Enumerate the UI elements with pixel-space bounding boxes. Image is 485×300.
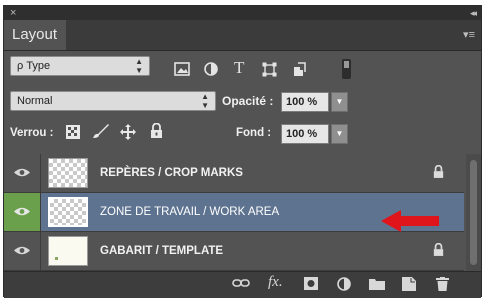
smart-object-filter-icon[interactable] bbox=[292, 62, 307, 81]
image-filter-icon[interactable] bbox=[174, 62, 190, 80]
fill-input[interactable]: 100 % bbox=[281, 124, 329, 144]
layer-name[interactable]: GABARIT / TEMPLATE bbox=[100, 232, 223, 270]
eye-icon bbox=[14, 168, 30, 177]
collapse-icon[interactable]: ◂◂ bbox=[470, 6, 477, 20]
tab-bar: Layout ▾≡ bbox=[4, 20, 481, 51]
lock-label: Verrou : bbox=[10, 127, 54, 139]
lock-icon bbox=[433, 164, 444, 182]
lock-image-pixels-icon[interactable] bbox=[92, 123, 110, 142]
lock-all-icon[interactable] bbox=[150, 122, 163, 142]
panel-titlebar: × ◂◂ bbox=[4, 6, 481, 20]
eye-icon bbox=[14, 246, 30, 255]
layer-row[interactable]: REPÈRES / CROP MARKS bbox=[4, 154, 464, 193]
filter-kind-select[interactable]: ρ Type ▲ ▼ bbox=[10, 56, 150, 76]
opacity-label: Opacité : bbox=[222, 94, 274, 108]
opacity-input[interactable]: 100 % bbox=[281, 92, 329, 112]
visibility-toggle[interactable] bbox=[4, 154, 41, 192]
layer-thumbnail bbox=[48, 236, 88, 266]
blend-mode-select[interactable]: Normal ▲ ▼ bbox=[10, 91, 216, 111]
shape-filter-icon[interactable] bbox=[262, 62, 277, 81]
layers-panel: × ◂◂ Layout ▾≡ ρ Type ▲ ▼ T Normal ▲ ▼ Opa… bbox=[3, 5, 482, 298]
mask-icon[interactable] bbox=[304, 277, 318, 293]
filter-kind-label: ρ Type bbox=[17, 60, 51, 72]
filter-toggle[interactable] bbox=[342, 59, 351, 79]
lock-transparent-pixels-icon[interactable] bbox=[66, 125, 80, 142]
select-arrows-icon: ▲ ▼ bbox=[201, 92, 209, 110]
layer-thumbnail bbox=[48, 197, 88, 227]
fx-icon[interactable]: fx. bbox=[268, 274, 283, 291]
fill-label: Fond : bbox=[236, 127, 272, 139]
visibility-toggle[interactable] bbox=[4, 193, 41, 231]
folder-icon[interactable] bbox=[369, 278, 385, 293]
trash-icon[interactable] bbox=[436, 277, 449, 294]
eye-icon bbox=[14, 207, 30, 216]
type-filter-icon[interactable]: T bbox=[234, 58, 244, 78]
select-arrows-icon: ▲ ▼ bbox=[135, 57, 143, 75]
new-layer-icon[interactable] bbox=[402, 277, 416, 294]
layer-thumbnail bbox=[48, 158, 88, 188]
blend-mode-value: Normal bbox=[17, 95, 53, 107]
fill-dropdown-button[interactable]: ▼ bbox=[331, 124, 348, 144]
adjustment-filter-icon[interactable] bbox=[204, 62, 218, 80]
adjustment-icon[interactable] bbox=[337, 277, 351, 294]
layers-scrollbar[interactable] bbox=[466, 154, 481, 271]
scrollbar-thumb[interactable] bbox=[470, 160, 477, 265]
opacity-dropdown-button[interactable]: ▼ bbox=[331, 92, 348, 112]
visibility-toggle[interactable] bbox=[4, 232, 41, 270]
close-icon[interactable]: × bbox=[10, 6, 16, 20]
layers-bottom-bar: fx. bbox=[4, 271, 481, 298]
link-icon[interactable] bbox=[232, 277, 250, 292]
tab-layout[interactable]: Layout bbox=[4, 20, 66, 50]
layer-row[interactable]: GABARIT / TEMPLATE bbox=[4, 232, 464, 271]
lock-icon bbox=[433, 242, 444, 260]
panel-menu-icon[interactable]: ▾≡ bbox=[463, 28, 475, 41]
lock-position-icon[interactable] bbox=[120, 124, 136, 143]
layer-name[interactable]: ZONE DE TRAVAIL / WORK AREA bbox=[100, 193, 279, 231]
red-arrow-annotation bbox=[381, 210, 439, 232]
layer-name[interactable]: REPÈRES / CROP MARKS bbox=[100, 154, 243, 192]
